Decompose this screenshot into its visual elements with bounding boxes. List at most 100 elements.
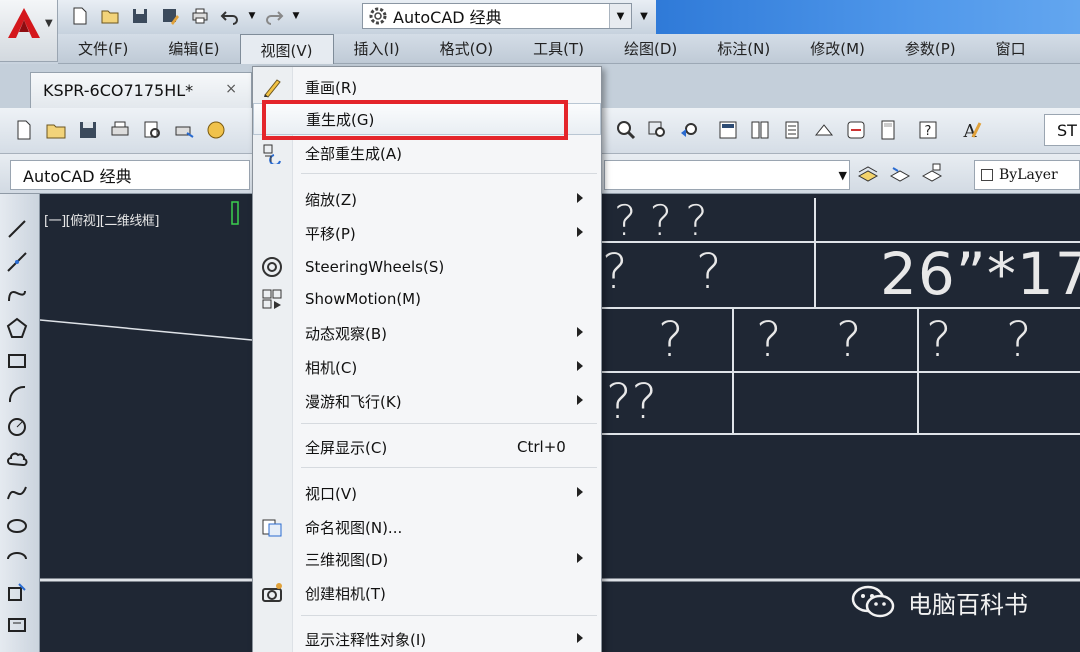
- drawn-line: [40, 319, 253, 341]
- rectangle-icon: [8, 353, 26, 368]
- ellipse-tool-button[interactable]: [2, 509, 32, 542]
- view-menu-item[interactable]: 显示注释性对象(I): [253, 623, 601, 652]
- redo-dropdown[interactable]: ▼: [290, 4, 302, 28]
- workspace-combo[interactable]: AutoCAD 经典: [10, 160, 250, 190]
- view-menu-item[interactable]: SteeringWheels(S): [253, 251, 601, 283]
- polygon-icon: [6, 317, 28, 338]
- undo-dropdown[interactable]: ▼: [246, 4, 258, 28]
- help-button[interactable]: ?: [914, 116, 942, 144]
- construction-line-button[interactable]: [2, 245, 32, 278]
- menu-separator: [301, 423, 597, 424]
- table-cell-text: ?: [602, 244, 628, 300]
- polyline-tool-button[interactable]: [2, 278, 32, 311]
- calculator-button[interactable]: [874, 116, 902, 144]
- zoom-window-button[interactable]: [644, 116, 672, 144]
- text-style-button[interactable]: A: [958, 116, 986, 144]
- markup-button[interactable]: [842, 116, 870, 144]
- view-menu-item[interactable]: 全屏显示(C) Ctrl+0: [253, 431, 601, 463]
- insert-block-icon: [8, 582, 26, 601]
- layer-states-button[interactable]: [918, 159, 946, 187]
- view-menu-item[interactable]: 漫游和飞行(K): [253, 385, 601, 417]
- view-menu-item[interactable]: ShowMotion(M): [253, 283, 601, 315]
- print-button[interactable]: [186, 4, 214, 28]
- new-file-button[interactable]: [10, 116, 38, 144]
- layer-previous-button[interactable]: [886, 159, 914, 187]
- submenu-arrow-icon: [577, 227, 583, 237]
- view-menu-item[interactable]: 相机(C): [253, 351, 601, 383]
- spline-tool-button[interactable]: [2, 476, 32, 509]
- chevron-down-icon[interactable]: ▼: [609, 4, 631, 28]
- tool-palettes-button[interactable]: [778, 116, 806, 144]
- view-menu-item[interactable]: 视口(V): [253, 477, 601, 509]
- menu-item[interactable]: 视图(V): [239, 33, 334, 66]
- menu-item[interactable]: 格式(O): [420, 34, 514, 64]
- menu-item[interactable]: 插入(I): [334, 34, 420, 64]
- properties-icon: [719, 121, 737, 139]
- make-current-layer-button[interactable]: [854, 159, 882, 187]
- plot-button[interactable]: [106, 116, 134, 144]
- menu-item[interactable]: 标注(N): [697, 34, 790, 64]
- circle-icon: [8, 417, 26, 436]
- calculator-icon: [881, 120, 895, 140]
- menu-item[interactable]: 编辑(E): [148, 34, 239, 64]
- view-menu-item[interactable]: 三维视图(D): [253, 543, 601, 575]
- table-cell-text: ??: [606, 374, 657, 430]
- menu-item[interactable]: 文件(F): [58, 34, 148, 64]
- view-menu-item[interactable]: 命名视图(N)...: [253, 511, 601, 543]
- color-control[interactable]: ByLayer: [974, 160, 1080, 190]
- save-as-button[interactable]: [156, 4, 184, 28]
- plot-preview-button[interactable]: [138, 116, 166, 144]
- layer-current-icon: [857, 166, 879, 182]
- insert-block-button[interactable]: [2, 575, 32, 608]
- close-icon[interactable]: ×: [225, 81, 237, 97]
- sheet-set-button[interactable]: [810, 116, 838, 144]
- application-menu-button[interactable]: ▼: [0, 0, 58, 62]
- revision-cloud-button[interactable]: [2, 443, 32, 476]
- menu-item[interactable]: 参数(P): [885, 34, 976, 64]
- text-style-combo[interactable]: ST: [1044, 114, 1080, 146]
- line-tool-button[interactable]: [2, 212, 32, 245]
- design-center-button[interactable]: [746, 116, 774, 144]
- layer-combo[interactable]: ▼: [604, 160, 850, 190]
- menu-item[interactable]: 工具(T): [513, 34, 604, 64]
- view-menu-item[interactable]: 全部重生成(A): [253, 137, 601, 169]
- ellipse-arc-button[interactable]: [2, 542, 32, 575]
- menu-item[interactable]: 修改(M): [790, 34, 885, 64]
- undo-button[interactable]: [216, 4, 244, 28]
- save-button[interactable]: [126, 4, 154, 28]
- menu-item[interactable]: 窗口: [976, 34, 1046, 64]
- workspace-combo-value: AutoCAD 经典: [23, 167, 132, 186]
- arc-tool-button[interactable]: [2, 377, 32, 410]
- view-menu-item[interactable]: 重画(R): [253, 71, 601, 103]
- new-file-icon: [73, 7, 87, 25]
- camera-icon: [259, 581, 285, 605]
- publish-button[interactable]: [170, 116, 198, 144]
- polygon-tool-button[interactable]: [2, 311, 32, 344]
- make-block-button[interactable]: [2, 608, 32, 641]
- save-button[interactable]: [74, 116, 102, 144]
- view-menu-item[interactable]: 动态观察(B): [253, 317, 601, 349]
- arc-icon: [8, 385, 26, 402]
- named-view-icon: [259, 515, 285, 539]
- view-menu-item[interactable]: 创建相机(T): [253, 577, 601, 609]
- customize-quick-access-button[interactable]: ▼: [634, 4, 654, 28]
- document-tab[interactable]: KSPR-6CO7175HL* ×: [30, 72, 252, 108]
- circle-tool-button[interactable]: [2, 410, 32, 443]
- zoom-realtime-button[interactable]: [612, 116, 640, 144]
- open-file-button[interactable]: [42, 116, 70, 144]
- view-menu-item[interactable]: 缩放(Z): [253, 183, 601, 215]
- menu-item[interactable]: 绘图(D): [604, 34, 697, 64]
- watermark: 电脑百科书: [850, 584, 1028, 620]
- menu-item-label: 全屏显示(C): [305, 438, 388, 457]
- properties-button[interactable]: [714, 116, 742, 144]
- new-file-button[interactable]: [66, 4, 94, 28]
- view-menu-item[interactable]: 平移(P): [253, 217, 601, 249]
- wechat-icon: [851, 585, 895, 618]
- workspace-switcher[interactable]: AutoCAD 经典 ▼: [362, 3, 632, 29]
- zoom-previous-button[interactable]: [676, 116, 704, 144]
- table-cell-text: ?: [926, 312, 952, 368]
- open-file-button[interactable]: [96, 4, 124, 28]
- rectangle-tool-button[interactable]: [2, 344, 32, 377]
- redo-button[interactable]: [260, 4, 288, 28]
- 3d-print-button[interactable]: [202, 116, 230, 144]
